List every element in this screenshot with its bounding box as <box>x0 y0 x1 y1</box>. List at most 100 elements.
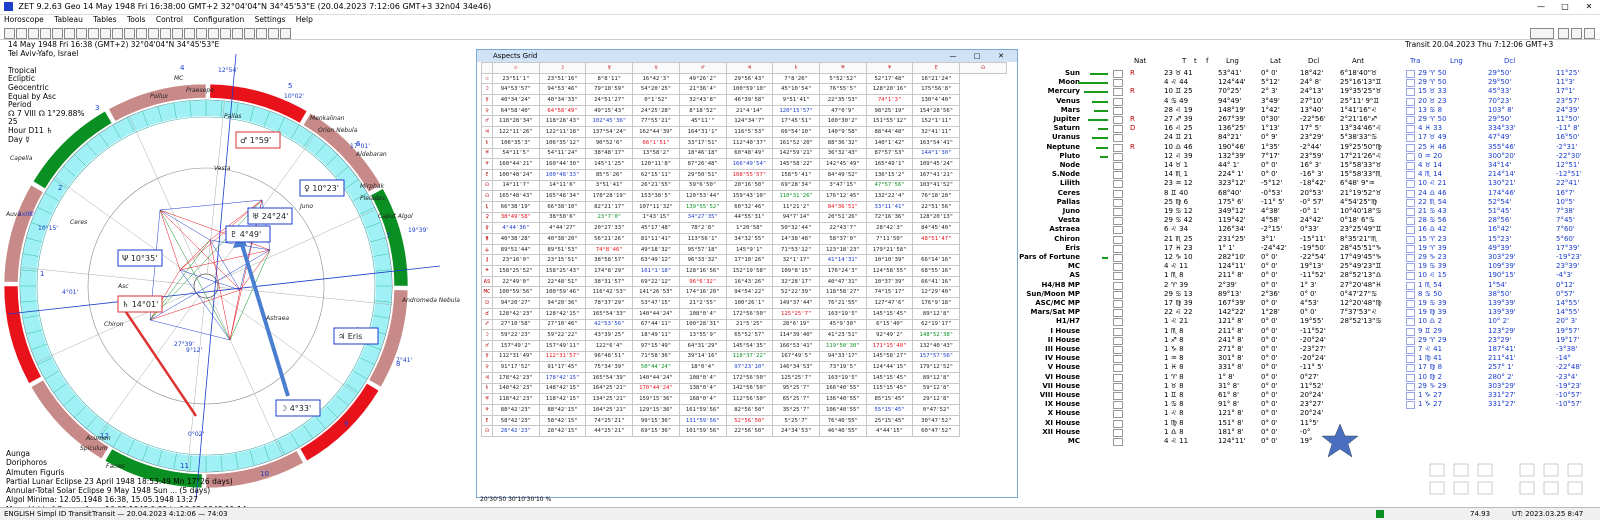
aspects-cell[interactable]: 178°28'19" <box>585 190 634 202</box>
planet-row[interactable]: MC 4 ♌ 11 124°11' 0° 0' 19°13' 25°49'23"♊ <box>1018 262 1404 272</box>
planet-row[interactable]: Eris 17 ♓ 23 1° 1' -24°42' -19°50' 28°45'51"♑ <box>1018 244 1404 253</box>
aspects-cell[interactable]: 3°51'41" <box>585 179 634 192</box>
aspects-cell[interactable]: 174°16'20" <box>678 286 727 299</box>
aspects-cell[interactable]: 23°15'51" <box>538 254 587 267</box>
aspects-cell[interactable]: 94°53'46" <box>538 83 587 96</box>
aspects-cell[interactable]: 116°42'53" <box>585 286 634 299</box>
aspects-cell[interactable]: 14°38'48" <box>772 233 821 245</box>
aspects-cell[interactable]: 21°36'4" <box>678 83 727 96</box>
aspects-cell[interactable]: 142°56'50" <box>725 382 774 395</box>
aspects-cell[interactable]: 33°11'41" <box>865 200 914 213</box>
aspects-cell[interactable]: 138°0'4" <box>678 382 727 395</box>
aspects-cell[interactable]: 23°7'0" <box>585 211 634 224</box>
aspects-cell[interactable]: 40°38'28" <box>492 233 540 245</box>
aspects-cell[interactable]: 55°15'45" <box>865 404 914 416</box>
planet-row[interactable]: AS 1 ♏ 8 211° 8' 0° 0' -11°52' 28°52'13"♎ <box>1018 271 1404 281</box>
aspects-cell[interactable]: 46°39'58" <box>725 94 774 106</box>
toolbar-button[interactable] <box>208 28 219 39</box>
aspects-cell[interactable]: 141°26'53" <box>632 286 680 299</box>
menu-tables[interactable]: Tables <box>93 15 116 24</box>
aspects-cell[interactable]: 17°45'51" <box>772 115 821 128</box>
planet-row[interactable]: IX House 1 ♋ 8 91° 8' 0° 0' 23°27' <box>1018 400 1404 410</box>
aspects-cell[interactable]: 60°47'52" <box>912 425 961 438</box>
minimize-button[interactable]: — <box>1530 0 1552 14</box>
planet-row[interactable]: Mars 28 ♌ 19 148°19' 1°42' 13°40' 1°41'16"♌ <box>1018 106 1404 115</box>
aspects-cell[interactable]: 118°58'27" <box>819 286 867 299</box>
aspects-cell[interactable]: 88°44'48" <box>865 126 914 138</box>
aspects-cell[interactable]: 122°6'4" <box>585 339 634 352</box>
aspects-cell[interactable]: 171°15'40" <box>865 339 914 352</box>
aspects-cell[interactable]: 132°40'43" <box>912 339 961 352</box>
aspects-cell[interactable]: 9°51'41" <box>772 94 821 106</box>
aspects-cell[interactable]: 0°1'52" <box>632 94 680 106</box>
aspects-cell[interactable]: 94°20'27" <box>492 297 540 309</box>
aspects-cell[interactable]: 65°52'57" <box>725 329 774 341</box>
aspects-cell[interactable]: 163°19'5" <box>819 371 867 384</box>
aspects-cell[interactable]: 84°45'40" <box>912 222 961 234</box>
toolbar-button[interactable] <box>232 28 243 39</box>
aspects-cell[interactable]: 66°38'10" <box>538 200 587 213</box>
aspects-cell[interactable]: 96°33'32" <box>678 254 727 267</box>
planet-row[interactable]: Sun R 23 ♉ 41 53°41' 0° 0' 18°42' 6°18'40"♉ <box>1018 69 1404 78</box>
aspects-cell[interactable]: 24°34'53" <box>772 425 821 438</box>
aspects-cell[interactable]: 35°25'7" <box>772 404 821 416</box>
aspects-cell[interactable]: 38°49'58" <box>492 211 540 224</box>
aspects-cell[interactable]: 47°0'9" <box>819 104 867 117</box>
toolbar-button[interactable] <box>1571 28 1582 39</box>
aspects-cell[interactable]: 106°35'3" <box>492 136 540 149</box>
aspects-cell[interactable]: 89°12'8" <box>912 307 961 320</box>
aspects-cell[interactable]: 29°50'51" <box>678 168 727 181</box>
aspects-cell[interactable]: 20°16'50" <box>725 179 774 192</box>
aspects-cell[interactable]: 10°10'39" <box>865 254 914 267</box>
aspects-cell[interactable]: 130°4'40" <box>912 94 961 106</box>
aspects-cell[interactable]: 162°44'39" <box>632 126 680 138</box>
aspects-cell[interactable]: 34°27'35" <box>678 211 727 224</box>
aspects-cell[interactable]: 81°11'41" <box>632 233 680 245</box>
aspects-cell[interactable]: 69°15'36" <box>632 425 680 438</box>
aspects-cell[interactable]: 165°48'34" <box>538 190 587 202</box>
aspects-cell[interactable]: 40°38'20" <box>538 233 587 245</box>
aspects-cell[interactable]: 120°15'57" <box>772 104 821 117</box>
aspects-cell[interactable]: 43°39'25" <box>585 329 634 341</box>
toolbar-button[interactable] <box>256 28 267 39</box>
aspects-cell[interactable]: 145°15'45" <box>865 371 914 384</box>
aspects-cell[interactable]: 122°11'26" <box>492 126 540 138</box>
planet-row[interactable]: H4/H8 MP 2 ♈ 39 2°39' 0° 0' 1° 3' 27°20'48"♓ <box>1018 281 1404 290</box>
aspects-cell[interactable]: 148°52'38" <box>912 329 961 341</box>
aspects-cell[interactable]: 78°2'8" <box>678 222 727 234</box>
aspects-cell[interactable]: 50°32'44" <box>772 222 821 234</box>
aspects-cell[interactable]: 59°22'23" <box>492 329 540 341</box>
planet-row[interactable]: II House 1 ♐ 8 241° 8' 0° 0' -20°24' <box>1018 336 1404 345</box>
aspects-cell[interactable]: 84°36'51" <box>819 200 867 213</box>
aspects-cell[interactable]: 164°25'21" <box>585 382 634 395</box>
aspects-cell[interactable]: 108°55'57" <box>725 168 774 181</box>
aspects-cell[interactable]: 100°59'10" <box>725 83 774 96</box>
aspects-cell[interactable]: 164°31'1" <box>678 126 727 138</box>
aspects-cell[interactable]: 100°26'1" <box>725 297 774 309</box>
aspects-cell[interactable]: 3°47'15" <box>819 179 867 192</box>
aspects-cell[interactable]: 79°10'59" <box>585 83 634 96</box>
aspects-cell[interactable]: 108°0'4" <box>678 371 727 384</box>
toolbar-button[interactable] <box>88 28 99 39</box>
aspects-cell[interactable]: 109°45'24" <box>912 158 961 170</box>
aspects-cell[interactable]: 34°32'55" <box>725 233 774 245</box>
toolbar-field[interactable] <box>1530 28 1554 39</box>
aspects-cell[interactable]: 123°18'23" <box>819 243 867 256</box>
aspects-cell[interactable]: 100°28'31" <box>678 318 727 331</box>
aspects-cell[interactable]: 128°42'23" <box>492 307 540 320</box>
aspects-cell[interactable]: 76°40'55" <box>819 414 867 427</box>
aspects-cell[interactable]: 66°54'10" <box>772 126 821 138</box>
aspects-cell[interactable]: 158°5'41" <box>772 168 821 181</box>
aspects-cell[interactable]: 49°26'2" <box>678 72 727 85</box>
aspects-cell[interactable]: 176°9'18" <box>912 297 961 309</box>
aspects-cell[interactable]: 18°0'4" <box>678 361 727 373</box>
aspects-cell[interactable] <box>912 243 961 256</box>
aspects-cell[interactable]: 118°42'15" <box>538 393 587 405</box>
aspects-cell[interactable]: 100°30'2" <box>819 115 867 128</box>
toolbar-button[interactable] <box>1558 28 1569 39</box>
aspects-cell[interactable]: 16°43'26" <box>725 275 774 288</box>
aspects-cell[interactable]: 84°49'52" <box>819 168 867 181</box>
aspects-cell[interactable]: 140°44'24" <box>632 371 680 384</box>
toolbar-button[interactable] <box>4 28 15 39</box>
aspects-cell[interactable]: 110°31'26" <box>772 190 821 202</box>
